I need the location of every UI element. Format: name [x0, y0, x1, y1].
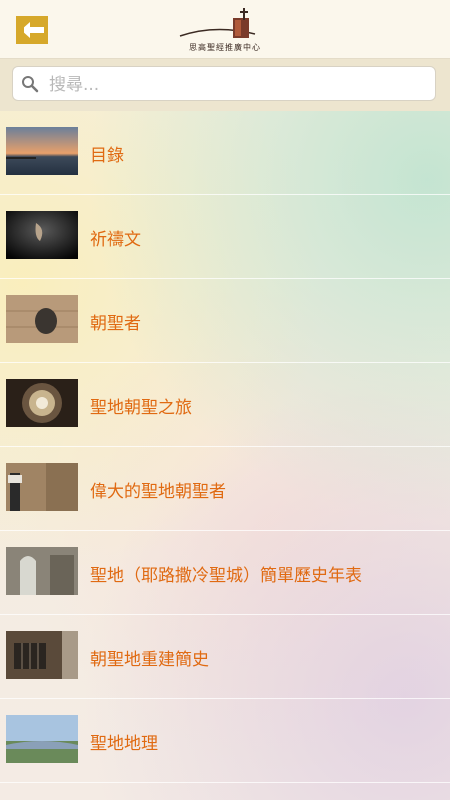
thumbnail-stone-wall: [6, 295, 78, 343]
search-box[interactable]: [12, 66, 436, 101]
thumbnail-landscape: [6, 715, 78, 763]
thumbnail-arched-window: [6, 547, 78, 595]
thumbnail-sunset-sea: [6, 127, 78, 175]
content-list: 目錄 祈禱文 朝聖者 聖地朝聖之旅 偉大的聖地朝聖者 聖地（耶路撒冷聖城）簡單歷…: [0, 111, 450, 800]
list-item-label: 聖地（耶路撒冷聖城）簡單歷史年表: [90, 566, 362, 586]
search-bar: [0, 59, 450, 111]
list-item-geography[interactable]: 聖地地理: [0, 699, 450, 783]
list-item-label: 聖地朝聖之旅: [90, 398, 192, 418]
list-item-holy-land-pilgrimage[interactable]: 聖地朝聖之旅: [0, 363, 450, 447]
list-item-contents[interactable]: 目錄: [0, 111, 450, 195]
thumbnail-dome-interior: [6, 379, 78, 427]
list-item-label: 聖地地理: [90, 734, 158, 754]
thumbnail-pilgrim-at-wall: [6, 463, 78, 511]
list-item-label: 朝聖者: [90, 314, 141, 334]
list-item-label: 祈禱文: [90, 230, 141, 250]
thumbnail-praying-hands: [6, 211, 78, 259]
list-item-label: 朝聖地重建簡史: [90, 650, 209, 670]
search-input[interactable]: [47, 72, 421, 98]
logo: 思高聖經推廣中心: [175, 6, 275, 56]
list-item-great-pilgrims[interactable]: 偉大的聖地朝聖者: [0, 447, 450, 531]
list-item-history-timeline[interactable]: 聖地（耶路撒冷聖城）簡單歷史年表: [0, 531, 450, 615]
logo-text: 思高聖經推廣中心: [189, 43, 261, 52]
back-button[interactable]: [16, 16, 48, 44]
list-item-reconstruction-history[interactable]: 朝聖地重建簡史: [0, 615, 450, 699]
back-arrow-icon: [16, 16, 48, 44]
list-item-label: 偉大的聖地朝聖者: [90, 482, 226, 502]
search-icon: [22, 76, 39, 93]
church-logo-icon: [179, 8, 256, 38]
thumbnail-barred-window: [6, 631, 78, 679]
app-header: 思高聖經推廣中心: [0, 0, 450, 59]
list-item-label: 目錄: [90, 146, 124, 166]
list-item-prayers[interactable]: 祈禱文: [0, 195, 450, 279]
list-item-pilgrims[interactable]: 朝聖者: [0, 279, 450, 363]
